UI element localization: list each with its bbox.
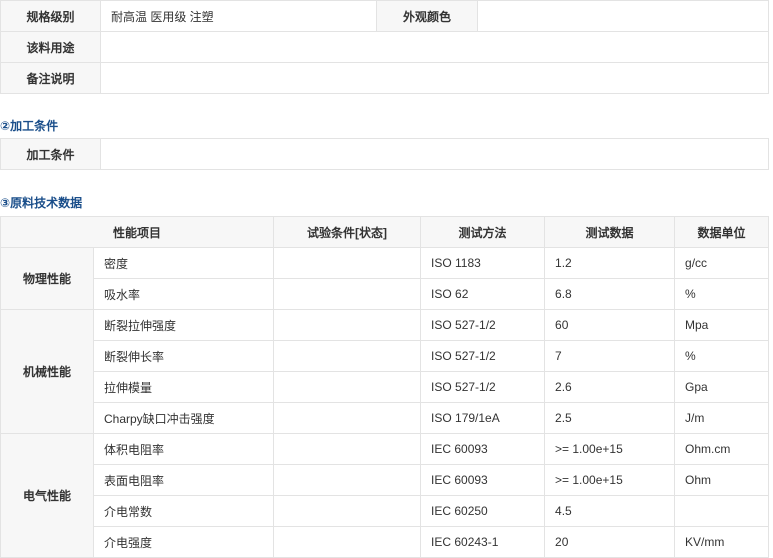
processing-row: 加工条件 <box>0 138 769 170</box>
item-cell: 体积电阻率 <box>92 433 275 465</box>
header-value: 测试数据 <box>544 216 676 248</box>
unit-cell: % <box>674 278 770 310</box>
basic-info-table: 规格级别 耐高温 医用级 注塑 外观颜色 该料用途 备注说明 <box>0 0 769 94</box>
value-cell: 2.6 <box>544 371 676 403</box>
item-cell: 表面电阻率 <box>92 464 275 496</box>
note-label: 备注说明 <box>0 62 101 94</box>
item-cell: 介电常数 <box>92 495 275 527</box>
value-cell: >= 1.00e+15 <box>544 464 676 496</box>
processing-section-title: ②加工条件 <box>0 119 59 133</box>
method-cell: ISO 527-1/2 <box>420 309 546 341</box>
item-cell: 断裂拉伸强度 <box>92 309 275 341</box>
unit-cell: Ohm.cm <box>674 433 770 465</box>
tech-section-title: ③原料技术数据 <box>0 196 83 210</box>
unit-cell: % <box>674 340 770 372</box>
condition-cell <box>273 464 422 496</box>
spec-label: 规格级别 <box>0 0 101 32</box>
header-unit: 数据单位 <box>674 216 770 248</box>
method-cell: ISO 62 <box>420 278 546 310</box>
method-cell: IEC 60250 <box>420 495 546 527</box>
unit-cell: Mpa <box>674 309 770 341</box>
value-cell: 7 <box>544 340 676 372</box>
value-cell: 60 <box>544 309 676 341</box>
spec-row: 规格级别 耐高温 医用级 注塑 外观颜色 <box>0 0 769 32</box>
method-cell: ISO 1183 <box>420 247 546 279</box>
value-cell: >= 1.00e+15 <box>544 433 676 465</box>
table-row: 介电常数 IEC 60250 4.5 <box>1 495 770 527</box>
use-row: 该料用途 <box>0 31 769 63</box>
processing-value <box>100 138 769 170</box>
item-cell: 吸水率 <box>92 278 275 310</box>
value-cell: 20 <box>544 526 676 558</box>
table-row: 机械性能 断裂拉伸强度 ISO 527-1/2 60 Mpa <box>0 309 770 434</box>
unit-cell: J/m <box>674 402 770 434</box>
value-cell: 6.8 <box>544 278 676 310</box>
header-method: 测试方法 <box>420 216 546 248</box>
unit-cell <box>674 495 770 527</box>
value-cell: 1.2 <box>544 247 676 279</box>
table-row: 断裂伸长率 ISO 527-1/2 7 % <box>1 340 770 372</box>
spec-value: 耐高温 医用级 注塑 <box>100 0 377 32</box>
method-cell: IEC 60243-1 <box>420 526 546 558</box>
color-label: 外观颜色 <box>376 0 478 32</box>
header-item: 性能项目 <box>0 216 275 248</box>
method-cell: IEC 60093 <box>420 433 546 465</box>
item-cell: 介电强度 <box>92 526 275 558</box>
condition-cell <box>273 526 422 558</box>
condition-cell <box>273 371 422 403</box>
table-row: 物理性能 密度 ISO 1183 1.2 g/cc <box>0 247 770 310</box>
note-value <box>100 62 769 94</box>
group-label: 机械性能 <box>0 309 94 434</box>
processing-table: 加工条件 <box>0 138 769 170</box>
item-cell: Charpy缺口冲击强度 <box>92 402 275 434</box>
table-row: 吸水率 ISO 62 6.8 % <box>1 278 770 310</box>
condition-cell <box>273 402 422 434</box>
condition-cell <box>273 309 422 341</box>
unit-cell: g/cc <box>674 247 770 279</box>
value-cell: 2.5 <box>544 402 676 434</box>
item-cell: 拉伸模量 <box>92 371 275 403</box>
unit-cell: Ohm <box>674 464 770 496</box>
condition-cell <box>273 340 422 372</box>
item-cell: 密度 <box>92 247 275 279</box>
condition-cell <box>273 433 422 465</box>
group-label: 电气性能 <box>0 433 94 558</box>
table-row: 表面电阻率 IEC 60093 >= 1.00e+15 Ohm <box>1 464 770 496</box>
use-value <box>100 31 769 63</box>
method-cell: ISO 527-1/2 <box>420 340 546 372</box>
value-cell: 4.5 <box>544 495 676 527</box>
table-row: 拉伸模量 ISO 527-1/2 2.6 Gpa <box>1 371 770 403</box>
table-row: Charpy缺口冲击强度 ISO 179/1eA 2.5 J/m <box>1 402 770 434</box>
method-cell: ISO 179/1eA <box>420 402 546 434</box>
unit-cell: KV/mm <box>674 526 770 558</box>
tech-data-table: 性能项目 试验条件[状态] 测试方法 测试数据 数据单位 物理性能 密度 ISO… <box>0 216 770 558</box>
table-row: 电气性能 体积电阻率 IEC 60093 >= 1.00e+15 Ohm.cm <box>0 433 770 558</box>
tech-header-row: 性能项目 试验条件[状态] 测试方法 测试数据 数据单位 <box>0 216 770 248</box>
header-condition: 试验条件[状态] <box>273 216 422 248</box>
table-row: 介电强度 IEC 60243-1 20 KV/mm <box>1 526 770 558</box>
condition-cell <box>273 278 422 310</box>
item-cell: 断裂伸长率 <box>92 340 275 372</box>
color-value <box>477 0 769 32</box>
unit-cell: Gpa <box>674 371 770 403</box>
method-cell: IEC 60093 <box>420 464 546 496</box>
use-label: 该料用途 <box>0 31 101 63</box>
condition-cell <box>273 495 422 527</box>
note-row: 备注说明 <box>0 62 769 94</box>
method-cell: ISO 527-1/2 <box>420 371 546 403</box>
condition-cell <box>273 247 422 279</box>
processing-label: 加工条件 <box>0 138 101 170</box>
group-label: 物理性能 <box>0 247 94 310</box>
